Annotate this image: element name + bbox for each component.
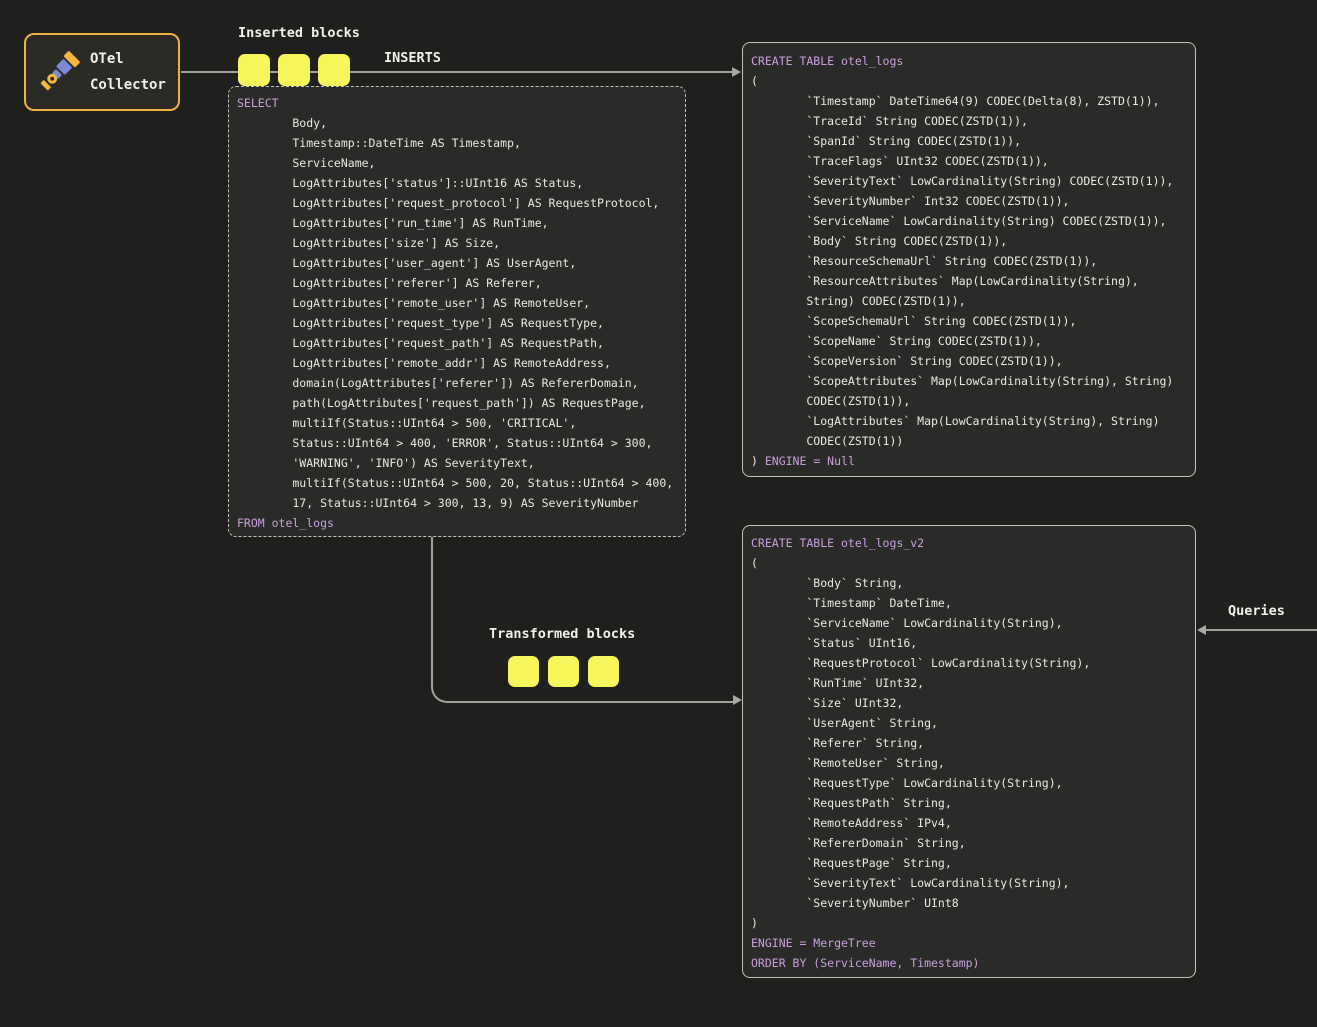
inserts-arrowhead-icon bbox=[732, 67, 741, 77]
code-line: `ScopeVersion` String CODEC(ZSTD(1)), bbox=[751, 351, 1187, 371]
queries-arrowhead-icon bbox=[1197, 625, 1206, 635]
code-line: `Body` String, bbox=[751, 573, 1187, 593]
transformed-block bbox=[588, 656, 619, 687]
code-line: Body, bbox=[237, 113, 677, 133]
queries-label: Queries bbox=[1228, 603, 1285, 619]
code-line: LogAttributes['remote_addr'] AS RemoteAd… bbox=[237, 353, 677, 373]
code-line: `ScopeSchemaUrl` String CODEC(ZSTD(1)), bbox=[751, 311, 1187, 331]
code-line: `ServiceName` LowCardinality(String) COD… bbox=[751, 211, 1187, 231]
code-line: LogAttributes['request_path'] AS Request… bbox=[237, 333, 677, 353]
code-line: `Size` UInt32, bbox=[751, 693, 1187, 713]
code-line: `Body` String CODEC(ZSTD(1)), bbox=[751, 231, 1187, 251]
code-line: `SpanId` String CODEC(ZSTD(1)), bbox=[751, 131, 1187, 151]
materialized-view-select-block: SELECT Body, Timestamp::DateTime AS Time… bbox=[228, 86, 686, 537]
otel-collector-node: OTel Collector bbox=[24, 33, 180, 111]
code-line: `Status` UInt16, bbox=[751, 633, 1187, 653]
transformed-block bbox=[508, 656, 539, 687]
code-line: ( bbox=[751, 553, 1187, 573]
transform-connector-line bbox=[431, 537, 735, 703]
code-line: `RunTime` UInt32, bbox=[751, 673, 1187, 693]
inserted-blocks-label: Inserted blocks bbox=[238, 25, 360, 41]
code-line: `RemoteUser` String, bbox=[751, 753, 1187, 773]
code-line: `ResourceAttributes` Map(LowCardinality(… bbox=[751, 271, 1187, 291]
code-line: ) bbox=[751, 913, 1187, 933]
code-line: ENGINE = MergeTree bbox=[751, 933, 1187, 953]
code-line: LogAttributes['run_time'] AS RunTime, bbox=[237, 213, 677, 233]
code-line: `SeverityNumber` Int32 CODEC(ZSTD(1)), bbox=[751, 191, 1187, 211]
code-line: CREATE TABLE otel_logs bbox=[751, 51, 1187, 71]
code-line: `TraceFlags` UInt32 CODEC(ZSTD(1)), bbox=[751, 151, 1187, 171]
code-line: CODEC(ZSTD(1)) bbox=[751, 431, 1187, 451]
code-line: LogAttributes['request_protocol'] AS Req… bbox=[237, 193, 677, 213]
code-line: `RequestType` LowCardinality(String), bbox=[751, 773, 1187, 793]
code-line: LogAttributes['status']::UInt16 AS Statu… bbox=[237, 173, 677, 193]
code-line: `Timestamp` DateTime, bbox=[751, 593, 1187, 613]
code-line: ORDER BY (ServiceName, Timestamp) bbox=[751, 953, 1187, 973]
code-line: `RequestPage` String, bbox=[751, 853, 1187, 873]
code-line: `SeverityText` LowCardinality(String) CO… bbox=[751, 171, 1187, 191]
code-line: `RequestProtocol` LowCardinality(String)… bbox=[751, 653, 1187, 673]
code-line: ServiceName, bbox=[237, 153, 677, 173]
otel-collector-label: OTel Collector bbox=[90, 46, 166, 98]
code-line: ) ENGINE = Null bbox=[751, 451, 1187, 471]
code-line: CREATE TABLE otel_logs_v2 bbox=[751, 533, 1187, 553]
inserts-label: INSERTS bbox=[384, 50, 441, 66]
code-line: `Referer` String, bbox=[751, 733, 1187, 753]
code-line: Status::UInt64 > 400, 'ERROR', Status::U… bbox=[237, 433, 677, 453]
code-line: LogAttributes['user_agent'] AS UserAgent… bbox=[237, 253, 677, 273]
code-line: multiIf(Status::UInt64 > 500, 20, Status… bbox=[237, 473, 677, 493]
code-line: `ServiceName` LowCardinality(String), bbox=[751, 613, 1187, 633]
code-line: `RefererDomain` String, bbox=[751, 833, 1187, 853]
code-line: String) CODEC(ZSTD(1)), bbox=[751, 291, 1187, 311]
code-line: `ScopeName` String CODEC(ZSTD(1)), bbox=[751, 331, 1187, 351]
code-line: `RequestPath` String, bbox=[751, 793, 1187, 813]
code-line: 17, Status::UInt64 > 300, 13, 9) AS Seve… bbox=[237, 493, 677, 513]
code-line: LogAttributes['remote_user'] AS RemoteUs… bbox=[237, 293, 677, 313]
create-table-otel-logs-v2-block: CREATE TABLE otel_logs_v2( `Body` String… bbox=[742, 525, 1196, 978]
code-line: domain(LogAttributes['referer']) AS Refe… bbox=[237, 373, 677, 393]
code-line: CODEC(ZSTD(1)), bbox=[751, 391, 1187, 411]
code-line: `RemoteAddress` IPv4, bbox=[751, 813, 1187, 833]
code-line: `LogAttributes` Map(LowCardinality(Strin… bbox=[751, 411, 1187, 431]
create-table-otel-logs-block: CREATE TABLE otel_logs( `Timestamp` Date… bbox=[742, 42, 1196, 477]
code-line: multiIf(Status::UInt64 > 500, 'CRITICAL'… bbox=[237, 413, 677, 433]
code-line: LogAttributes['referer'] AS Referer, bbox=[237, 273, 677, 293]
inserted-block bbox=[318, 54, 350, 86]
diagram-canvas: OTel Collector Inserted blocks INSERTS S… bbox=[0, 0, 1317, 1027]
code-line: `SeverityText` LowCardinality(String), bbox=[751, 873, 1187, 893]
transformed-blocks-label: Transformed blocks bbox=[489, 626, 635, 642]
code-line: Timestamp::DateTime AS Timestamp, bbox=[237, 133, 677, 153]
inserted-block bbox=[278, 54, 310, 86]
code-line: `TraceId` String CODEC(ZSTD(1)), bbox=[751, 111, 1187, 131]
code-line: `ScopeAttributes` Map(LowCardinality(Str… bbox=[751, 371, 1187, 391]
queries-arrow-line bbox=[1201, 629, 1317, 631]
code-line: LogAttributes['request_type'] AS Request… bbox=[237, 313, 677, 333]
transform-arrowhead-icon bbox=[733, 695, 742, 705]
code-line: `ResourceSchemaUrl` String CODEC(ZSTD(1)… bbox=[751, 251, 1187, 271]
code-line: `UserAgent` String, bbox=[751, 713, 1187, 733]
code-line: 'WARNING', 'INFO') AS SeverityText, bbox=[237, 453, 677, 473]
code-line: FROM otel_logs bbox=[237, 513, 677, 533]
code-line: LogAttributes['size'] AS Size, bbox=[237, 233, 677, 253]
otel-telescope-icon bbox=[36, 49, 82, 95]
code-line: ( bbox=[751, 71, 1187, 91]
code-line: SELECT bbox=[237, 93, 677, 113]
transformed-block bbox=[548, 656, 579, 687]
inserted-block bbox=[238, 54, 270, 86]
code-line: `SeverityNumber` UInt8 bbox=[751, 893, 1187, 913]
code-line: path(LogAttributes['request_path']) AS R… bbox=[237, 393, 677, 413]
code-line: `Timestamp` DateTime64(9) CODEC(Delta(8)… bbox=[751, 91, 1187, 111]
